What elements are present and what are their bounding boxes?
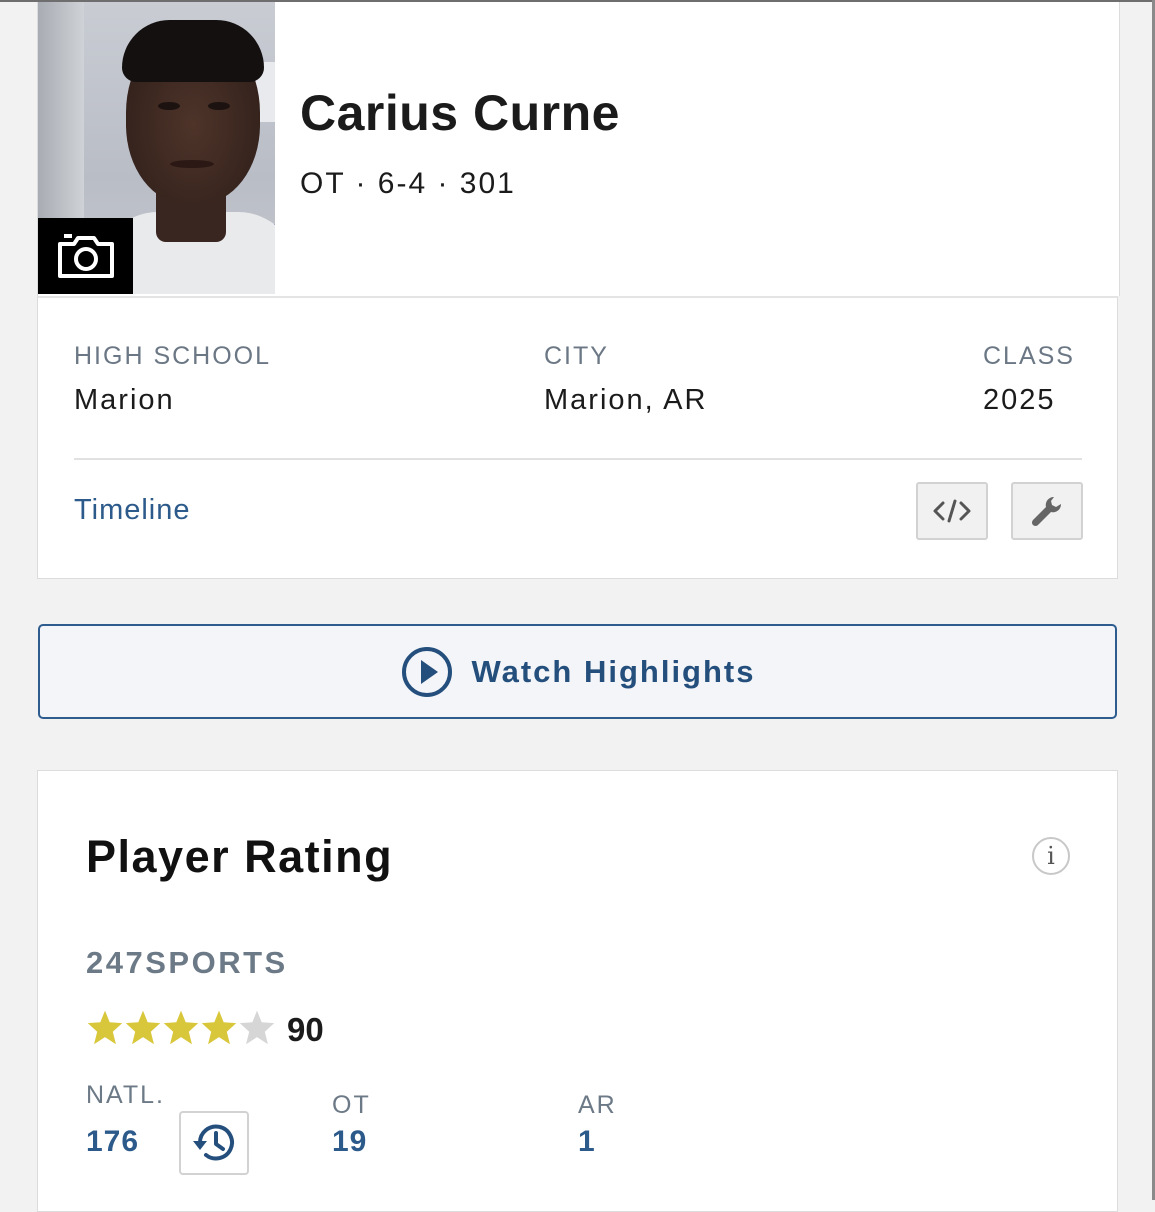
photo-hair [122,20,264,82]
star-filled-icon [163,1010,199,1045]
high-school-value: Marion [74,384,175,416]
star-filled-icon [201,1010,237,1045]
info-icon[interactable]: i [1032,837,1070,875]
position-rank-label: OT [332,1091,371,1119]
photo-eye-right [208,102,230,110]
rank-history-button[interactable] [179,1111,249,1175]
city-value: Marion, AR [544,384,708,416]
class-value: 2025 [983,384,1056,416]
code-icon [933,499,971,523]
history-icon [193,1124,234,1161]
tools-button[interactable] [1011,482,1083,540]
star-filled-icon [87,1010,123,1045]
position-rank-value[interactable]: 19 [332,1125,367,1159]
state-rank-value[interactable]: 1 [578,1125,596,1159]
play-circle-icon [401,646,452,697]
city-label: CITY [544,342,609,370]
state-rank-label: AR [578,1091,617,1119]
wrench-icon [1031,496,1062,527]
player-rating-card: Player Rating i 247SPORTS 90 NATL. 176 O… [37,770,1118,1212]
national-rank-value[interactable]: 176 [86,1125,139,1159]
photo-background [38,2,84,232]
camera-button[interactable] [38,218,133,294]
national-rank-label: NATL. [86,1081,165,1109]
rating-score: 90 [287,1011,324,1048]
watch-highlights-label: Watch Highlights [471,653,756,689]
camera-icon [57,234,114,278]
photo-mouth [170,160,214,168]
photo-eye-left [158,102,180,110]
player-position-height-weight: OT · 6-4 · 301 [300,167,516,200]
player-name: Carius Curne [300,85,620,141]
info-divider [74,458,1082,460]
class-label: CLASS [983,342,1075,370]
timeline-link[interactable]: Timeline [74,494,191,527]
embed-button[interactable] [916,482,988,540]
player-info-card: HIGH SCHOOL Marion CITY Marion, AR CLASS… [37,296,1118,579]
rating-source-label: 247SPORTS [86,945,288,980]
high-school-label: HIGH SCHOOL [74,342,272,370]
watch-highlights-button[interactable]: Watch Highlights [38,624,1117,719]
star-rating [86,1007,276,1047]
star-empty-icon [239,1010,275,1045]
player-rating-title: Player Rating [86,831,394,882]
star-filled-icon [125,1010,161,1045]
